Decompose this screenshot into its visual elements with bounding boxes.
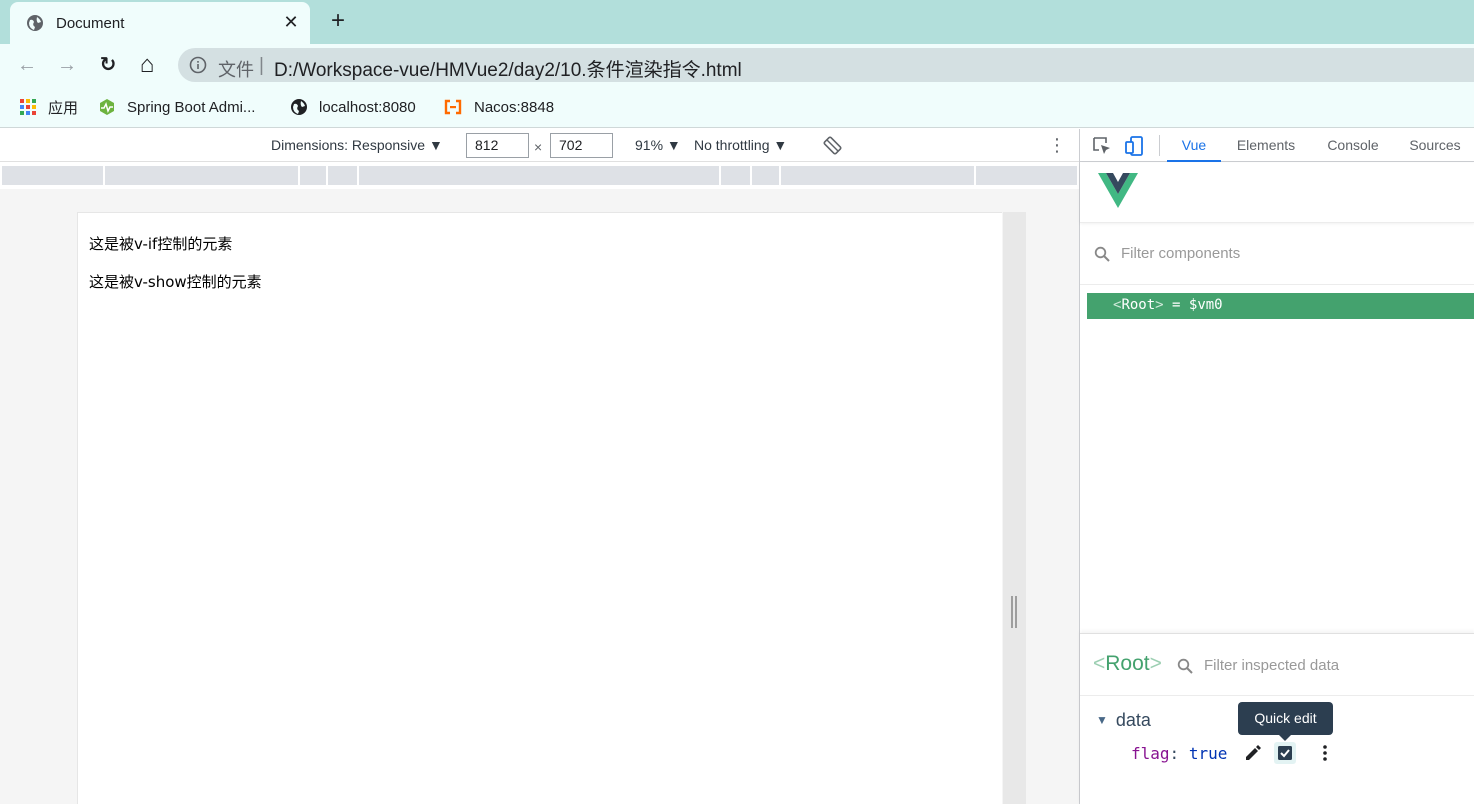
filter-components-input[interactable]: Filter components <box>1121 245 1240 262</box>
property-key: flag <box>1131 744 1170 763</box>
component-inspector: <Root> Filter inspected data ▼ data flag:… <box>1080 633 1474 804</box>
property-colon: : <box>1169 744 1180 763</box>
search-icon <box>1177 658 1193 674</box>
property-value: true <box>1188 744 1228 763</box>
inspected-component-name: <Root> <box>1093 652 1162 675</box>
tab-elements[interactable]: Elements <box>1230 129 1302 162</box>
bookmark-localhost[interactable]: localhost:8080 <box>290 96 416 118</box>
globe-icon <box>291 99 307 115</box>
device-toolbar: Dimensions: Responsive ▼ 812 × 702 91% ▼… <box>0 129 1079 162</box>
close-tab-icon[interactable]: ✕ <box>280 11 302 33</box>
media-query-segment[interactable] <box>359 166 719 185</box>
globe-icon <box>27 15 43 31</box>
apps-grid-icon <box>20 99 36 115</box>
viewport-resize-handle[interactable] <box>1011 596 1017 628</box>
filter-components-bar[interactable]: Filter components <box>1080 224 1474 285</box>
width-input[interactable]: 812 <box>466 133 529 158</box>
nacos-icon <box>444 99 462 115</box>
info-icon[interactable] <box>189 56 207 74</box>
viewport-right-gutter <box>1003 212 1026 804</box>
tab-vue[interactable]: Vue <box>1167 129 1221 162</box>
bookmark-label: localhost:8080 <box>319 98 416 116</box>
checkbox-checked-icon <box>1278 746 1292 760</box>
search-icon <box>1094 246 1110 262</box>
tab-console[interactable]: Console <box>1318 129 1388 162</box>
vue-devtools-header <box>1080 163 1474 223</box>
home-button[interactable]: ⌂ <box>134 52 160 78</box>
media-query-segment[interactable] <box>105 166 298 185</box>
devtools-panel: Vue Elements Console Sources Filter comp… <box>1079 129 1474 804</box>
component-name: <Root> = $vm0 <box>1113 297 1223 313</box>
bookmark-label: Nacos:8848 <box>474 98 555 116</box>
device-toggle-icon[interactable] <box>1124 135 1146 157</box>
more-options-icon[interactable]: ⋮ <box>1048 135 1066 155</box>
height-input[interactable]: 702 <box>550 133 613 158</box>
back-button[interactable]: ← <box>14 52 40 78</box>
browser-toolbar: ← → ↻ ⌂ 文件 | D:/Workspace-vue/HMVue2/day… <box>0 44 1474 86</box>
bookmark-spring-boot-admin[interactable]: Spring Boot Admi... <box>98 96 255 118</box>
address-bar[interactable]: 文件 | D:/Workspace-vue/HMVue2/day2/10.条件渲… <box>178 48 1474 82</box>
rotate-icon[interactable] <box>823 136 842 155</box>
throttling-select[interactable]: No throttling ▼ <box>694 137 787 153</box>
component-tree-row-root[interactable]: <Root> = $vm0 <box>1087 293 1474 319</box>
inspect-element-icon[interactable] <box>1091 135 1113 157</box>
bookmarks-bar: 应用 Spring Boot Admi... localhost:8080 Na… <box>0 86 1474 128</box>
spring-boot-admin-icon <box>100 99 114 115</box>
vue-logo-icon <box>1098 173 1138 208</box>
reload-button[interactable]: ↻ <box>95 52 121 78</box>
bookmark-label: 应用 <box>48 99 79 117</box>
toolbar-divider <box>1159 135 1160 156</box>
zoom-select[interactable]: 91% ▼ <box>635 137 681 153</box>
quick-edit-tooltip: Quick edit <box>1238 702 1333 741</box>
scheme-label: 文件 <box>218 60 254 80</box>
inspector-header: <Root> Filter inspected data <box>1080 634 1474 696</box>
filter-inspected-data-input[interactable]: Filter inspected data <box>1204 657 1339 674</box>
address-separator: | <box>259 55 264 76</box>
collapse-arrow-icon: ▼ <box>1096 713 1108 727</box>
url-text[interactable]: D:/Workspace-vue/HMVue2/day2/10.条件渲染指令.h… <box>274 55 742 82</box>
emulated-page: 这是被v-if控制的元素 这是被v-show控制的元素 <box>77 212 1002 804</box>
media-query-segment[interactable] <box>328 166 357 185</box>
v-if-element: 这是被v-if控制的元素 <box>89 235 233 253</box>
bookmark-apps[interactable]: 应用 <box>19 96 78 118</box>
bookmark-label: Spring Boot Admi... <box>127 98 256 116</box>
tab-sources[interactable]: Sources <box>1402 129 1468 162</box>
quick-edit-checkbox[interactable] <box>1274 742 1296 764</box>
media-query-segment[interactable] <box>300 166 326 185</box>
media-query-segment[interactable] <box>752 166 779 185</box>
media-query-segment[interactable] <box>781 166 974 185</box>
media-query-segment[interactable] <box>976 166 1077 185</box>
new-tab-button[interactable]: + <box>326 9 350 33</box>
media-query-bar[interactable] <box>0 162 1079 189</box>
tab-title: Document <box>56 15 125 32</box>
devtools-tabbar: Vue Elements Console Sources <box>1080 129 1474 162</box>
times-sign: × <box>534 139 543 155</box>
browser-tab[interactable]: Document ✕ <box>10 2 310 44</box>
media-query-segment[interactable] <box>2 166 103 185</box>
v-show-element: 这是被v-show控制的元素 <box>89 273 262 291</box>
section-label: data <box>1115 710 1151 730</box>
edit-pencil-icon[interactable] <box>1242 742 1264 764</box>
dimensions-select[interactable]: Dimensions: Responsive ▼ <box>271 137 443 153</box>
media-query-segment[interactable] <box>721 166 750 185</box>
more-actions-icon[interactable] <box>1314 742 1336 764</box>
forward-button[interactable]: → <box>54 52 80 78</box>
data-property-flag: flag: true <box>1131 744 1227 763</box>
tab-strip: Document ✕ + <box>0 0 1474 44</box>
bookmark-nacos[interactable]: Nacos:8848 <box>443 96 554 118</box>
data-section-toggle[interactable]: ▼ data <box>1096 710 1151 731</box>
